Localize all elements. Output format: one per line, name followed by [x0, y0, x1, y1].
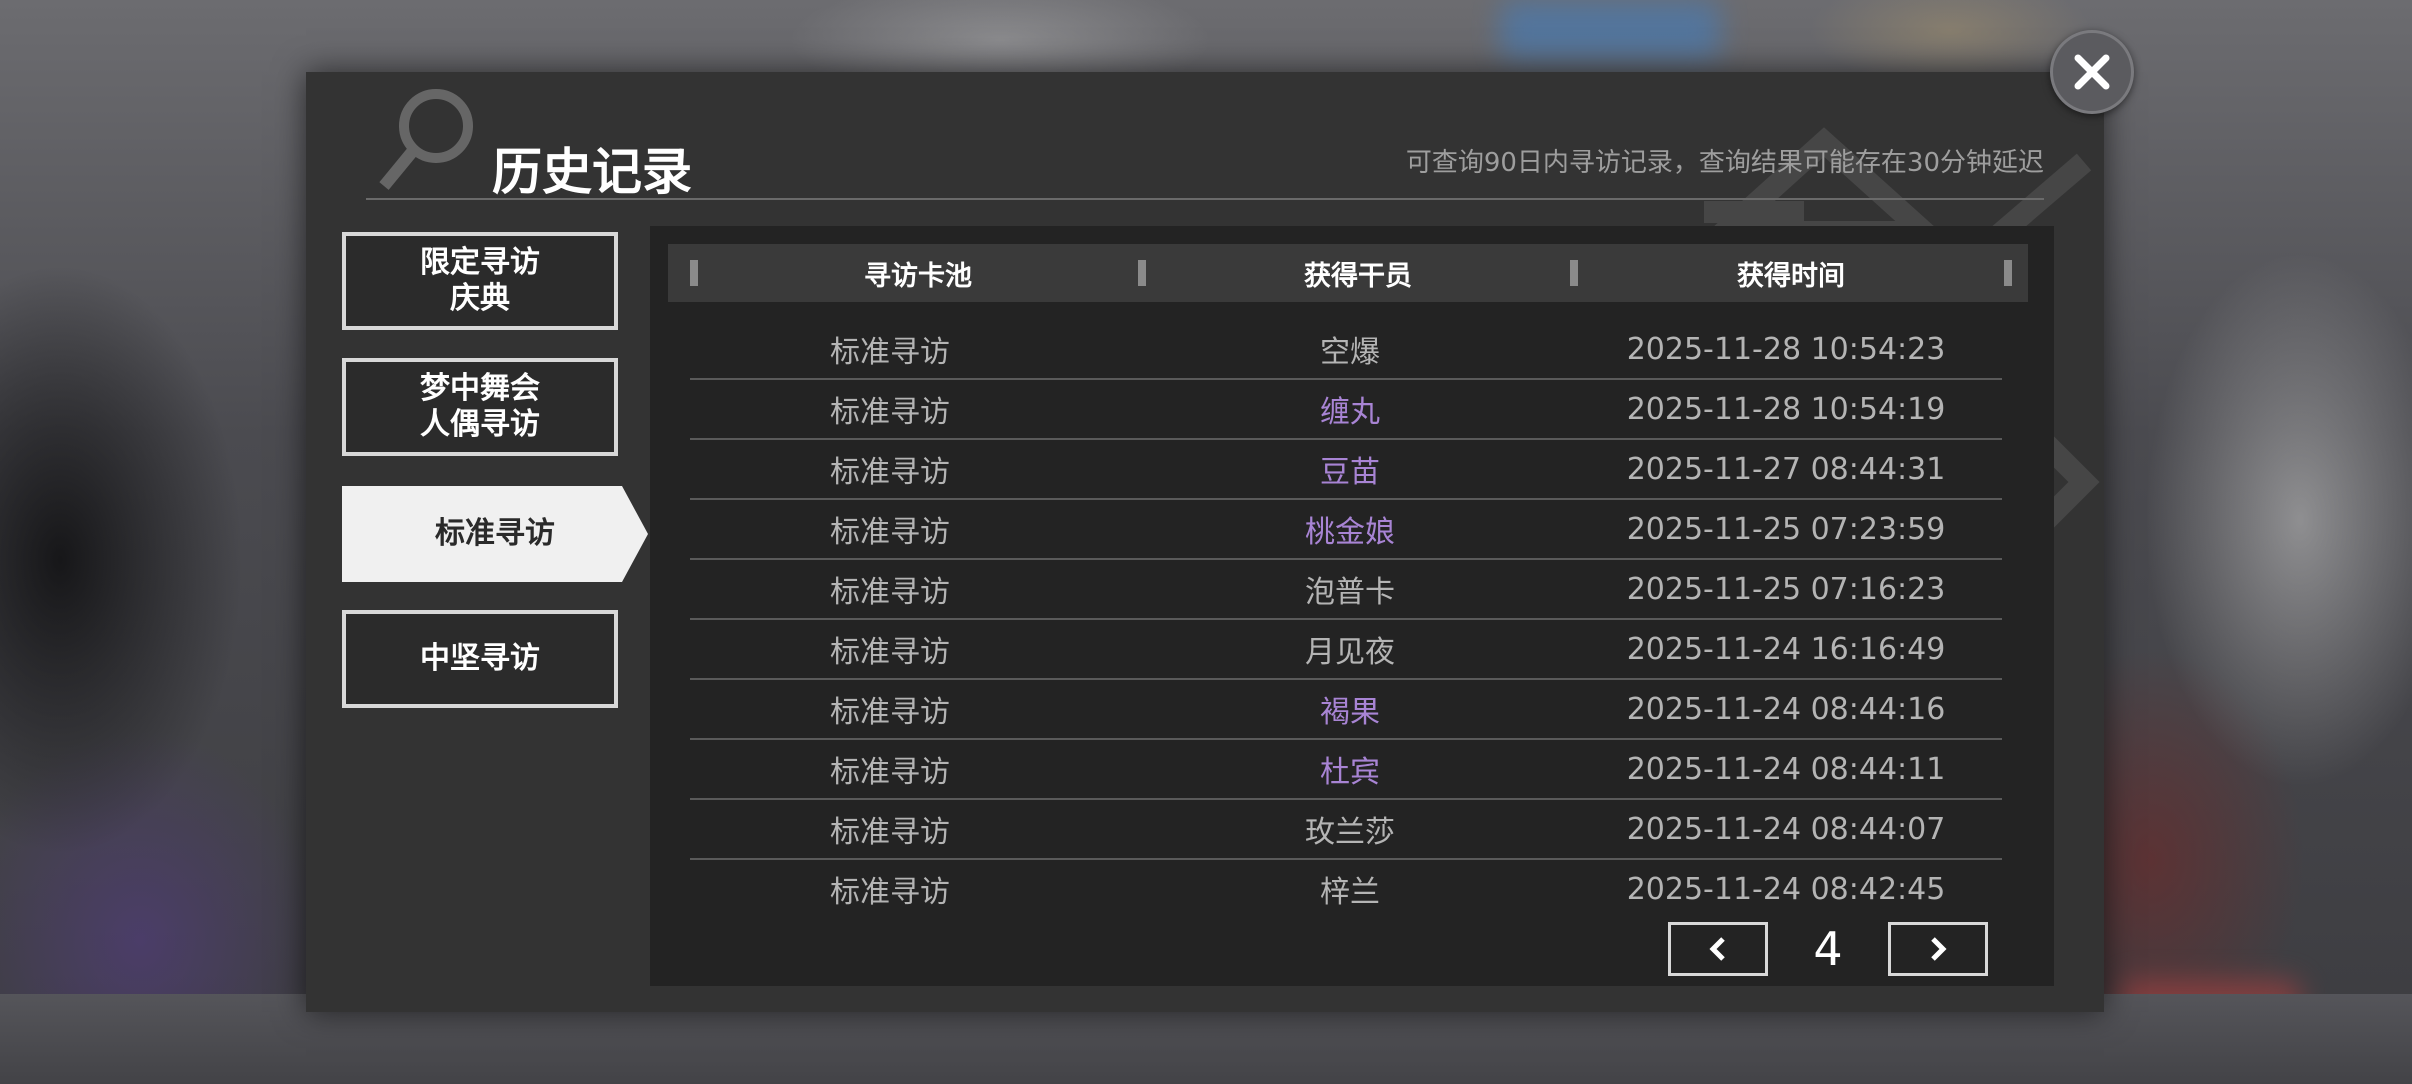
- time-cell: 2025-11-25 07:23:59: [1626, 511, 1946, 547]
- tab-label-line1: 限定寻访: [420, 245, 540, 280]
- operator-cell: 月见夜: [1305, 635, 1395, 670]
- pagination: 4: [1668, 922, 1988, 978]
- history-dialog: 历史记录 可查询90日内寻访记录，查询结果可能存在30分钟延迟 限定寻访 庆典 …: [306, 72, 2104, 1012]
- tab-limited-celebration[interactable]: 限定寻访 庆典: [342, 232, 618, 330]
- pool-cell: 标准寻访: [830, 575, 950, 610]
- dialog-title: 历史记录: [492, 143, 692, 201]
- column-header-time: 获得时间: [1737, 260, 1845, 292]
- chevron-left-icon: [1709, 937, 1725, 961]
- table-row: 标准寻访 玫兰莎 2025-11-24 08:44:07: [690, 800, 2002, 860]
- next-page-button[interactable]: [1888, 922, 1988, 976]
- operator-cell: 缠丸: [1320, 395, 1380, 430]
- pool-cell: 标准寻访: [830, 755, 950, 790]
- time-cell: 2025-11-24 08:44:16: [1626, 691, 1946, 727]
- time-cell: 2025-11-24 08:42:45: [1626, 871, 1946, 907]
- column-separator: [1138, 260, 1146, 286]
- operator-cell: 空爆: [1320, 335, 1380, 370]
- pool-cell: 标准寻访: [830, 455, 950, 490]
- table-row: 标准寻访 梓兰 2025-11-24 08:42:45: [690, 860, 2002, 920]
- pool-cell: 标准寻访: [830, 815, 950, 850]
- table-row: 标准寻访 空爆 2025-11-28 10:54:23: [690, 320, 2002, 380]
- table-row: 标准寻访 杜宾 2025-11-24 08:44:11: [690, 740, 2002, 800]
- close-icon: [2074, 54, 2110, 90]
- tab-standard[interactable]: 标准寻访: [342, 486, 648, 582]
- pool-cell: 标准寻访: [830, 635, 950, 670]
- column-header-operator: 获得干员: [1304, 260, 1412, 292]
- column-separator: [2004, 260, 2012, 286]
- pool-cell: 标准寻访: [830, 335, 950, 370]
- operator-cell: 泡普卡: [1305, 575, 1395, 610]
- pool-cell: 标准寻访: [830, 395, 950, 430]
- table-row: 标准寻访 缠丸 2025-11-28 10:54:19: [690, 380, 2002, 440]
- query-notice: 可查询90日内寻访记录，查询结果可能存在30分钟延迟: [1405, 148, 2044, 178]
- column-header-pool: 寻访卡池: [864, 260, 972, 292]
- history-rows: 标准寻访 空爆 2025-11-28 10:54:23 标准寻访 缠丸 2025…: [690, 320, 2002, 920]
- time-cell: 2025-11-28 10:54:23: [1626, 331, 1946, 367]
- table-row: 标准寻访 月见夜 2025-11-24 16:16:49: [690, 620, 2002, 680]
- operator-cell: 桃金娘: [1305, 515, 1395, 550]
- tab-label: 标准寻访: [435, 516, 555, 551]
- time-cell: 2025-11-24 16:16:49: [1626, 631, 1946, 667]
- tab-label: 中坚寻访: [420, 641, 540, 676]
- time-cell: 2025-11-28 10:54:19: [1626, 391, 1946, 427]
- magnifier-icon: [379, 89, 473, 190]
- time-cell: 2025-11-27 08:44:31: [1626, 451, 1946, 487]
- close-button[interactable]: [2050, 30, 2134, 114]
- pool-cell: 标准寻访: [830, 695, 950, 730]
- tab-core[interactable]: 中坚寻访: [342, 610, 618, 708]
- tab-label-line1: 梦中舞会: [420, 371, 540, 406]
- pool-cell: 标准寻访: [830, 515, 950, 550]
- column-separator: [1570, 260, 1578, 286]
- tab-dream-ball[interactable]: 梦中舞会 人偶寻访: [342, 358, 618, 456]
- table-row: 标准寻访 褐果 2025-11-24 08:44:16: [690, 680, 2002, 740]
- table-row: 标准寻访 豆苗 2025-11-27 08:44:31: [690, 440, 2002, 500]
- operator-cell: 豆苗: [1320, 455, 1380, 490]
- operator-cell: 玫兰莎: [1305, 815, 1395, 850]
- column-separator: [690, 260, 698, 286]
- history-table-panel: 寻访卡池 获得干员 获得时间 标准寻访 空爆 2025-11-28 10:54:…: [650, 226, 2054, 986]
- pool-cell: 标准寻访: [830, 875, 950, 910]
- table-row: 标准寻访 桃金娘 2025-11-25 07:23:59: [690, 500, 2002, 560]
- time-cell: 2025-11-25 07:16:23: [1626, 571, 1946, 607]
- operator-cell: 杜宾: [1320, 755, 1380, 790]
- title-divider: [366, 198, 2044, 200]
- table-row: 标准寻访 泡普卡 2025-11-25 07:16:23: [690, 560, 2002, 620]
- prev-page-button[interactable]: [1668, 922, 1768, 976]
- tab-label-line2: 人偶寻访: [420, 407, 540, 442]
- chevron-right-icon: [1931, 937, 1947, 961]
- operator-cell: 梓兰: [1320, 875, 1380, 910]
- time-cell: 2025-11-24 08:44:11: [1626, 751, 1946, 787]
- tab-label-line2: 庆典: [450, 281, 510, 316]
- time-cell: 2025-11-24 08:44:07: [1626, 811, 1946, 847]
- table-header: 寻访卡池 获得干员 获得时间: [668, 244, 2028, 302]
- page-number: 4: [1813, 922, 1843, 976]
- operator-cell: 褐果: [1320, 695, 1380, 730]
